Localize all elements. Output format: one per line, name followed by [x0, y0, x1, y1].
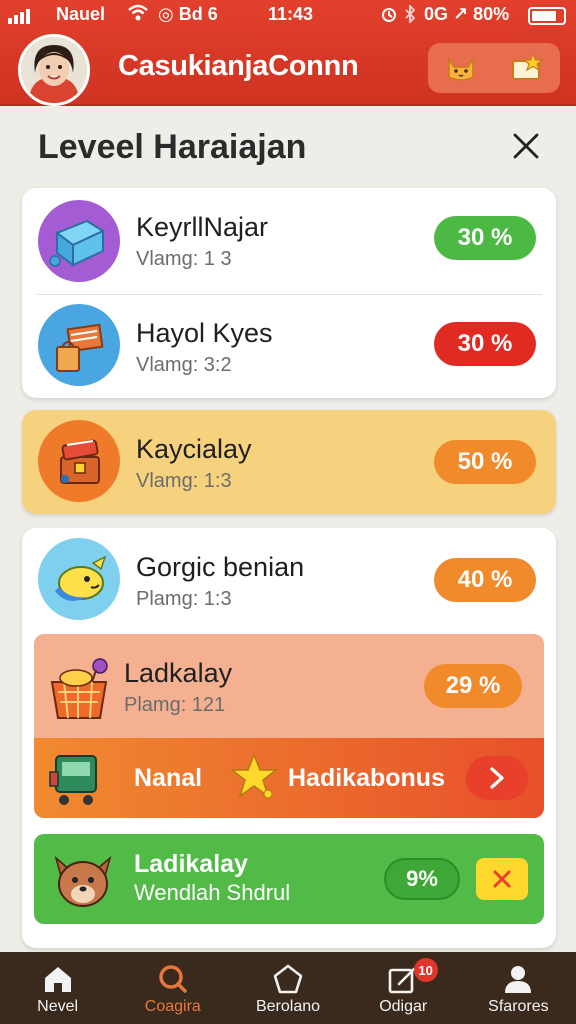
battery-icon	[528, 7, 566, 25]
tab-sfarores[interactable]: Sfarores	[461, 952, 576, 1024]
bonus-right-label: Hadikabonus	[288, 764, 445, 792]
person-icon	[505, 966, 532, 993]
treasure-chest-icon	[38, 420, 120, 502]
tab-odigar[interactable]: Odigar 10	[346, 952, 461, 1024]
level-card-2: Kaycialay Vlamg: 1:3 50 %	[22, 410, 556, 514]
tab-label: Odigar	[379, 998, 428, 1015]
bottom-tab-bar: Nevel Coagira Berolano Odigar 10 Sfarore…	[0, 952, 576, 1024]
cat-button[interactable]	[428, 43, 494, 93]
close-icon	[513, 133, 539, 159]
list-item[interactable]: Ladkalay Plamg: 121 29 %	[34, 634, 544, 742]
notification-badge: 10	[413, 958, 438, 982]
home-icon	[44, 967, 71, 992]
percent-badge: 50 %	[434, 440, 536, 484]
percent-badge: 30 %	[434, 322, 536, 366]
tab-label: Berolano	[255, 998, 321, 1015]
item-name: Kaycialay	[136, 434, 252, 464]
bonus-banner[interactable]: Nanal Hadikabonus	[34, 738, 544, 818]
shopping-bag-icon	[38, 304, 120, 386]
tab-coagira[interactable]: Coagira	[115, 952, 230, 1024]
dismiss-button[interactable]	[476, 858, 528, 900]
level-card-1: KeyrllNajar Vlamg: 1 3 30 % Hayol Kyes V…	[22, 188, 556, 398]
star-board-icon	[512, 52, 544, 80]
tab-label: Sfarores	[488, 998, 549, 1015]
item-sub: Vlamg: 3:2	[136, 354, 232, 376]
alarm-icon	[380, 5, 398, 28]
dog-icon	[48, 844, 118, 914]
green-card-name: Ladikalay	[134, 850, 248, 878]
carrier-label: Nauel	[56, 4, 106, 24]
status-right: 0G ↗ 80%	[424, 4, 510, 24]
item-name: Ladkalay	[124, 658, 233, 688]
app-title: CasukianjaConnn	[118, 50, 359, 82]
bird-icon	[38, 538, 120, 620]
percent-badge: 9%	[384, 858, 460, 900]
wifi-icon	[128, 4, 148, 27]
cart-icon	[46, 746, 106, 810]
list-item[interactable]: KeyrllNajar Vlamg: 1 3 30 %	[22, 188, 556, 294]
green-card-sub: Wendlah Shdrul	[134, 880, 291, 905]
star-board-button[interactable]	[494, 43, 560, 93]
tab-nevel[interactable]: Nevel	[0, 952, 115, 1024]
item-sub: Plamg: 121	[124, 694, 226, 716]
close-button[interactable]	[508, 128, 544, 164]
star-icon	[229, 752, 280, 807]
item-sub: Vlamg: 1 3	[136, 248, 232, 270]
percent-badge: 30 %	[434, 216, 536, 260]
bluetooth-icon	[404, 3, 416, 28]
item-name: Gorgic benian	[136, 552, 305, 582]
bonus-left-label: Nanal	[134, 764, 203, 792]
item-name: Hayol Kyes	[136, 318, 273, 348]
bonus-next-button[interactable]	[466, 756, 528, 800]
chevron-right-icon	[490, 767, 504, 789]
pentagon-icon	[273, 964, 303, 994]
item-name: KeyrllNajar	[136, 212, 269, 242]
tab-berolano[interactable]: Berolano	[230, 952, 345, 1024]
header-actions	[428, 43, 560, 93]
list-item[interactable]: Kaycialay Vlamg: 1:3 50 %	[22, 410, 556, 514]
green-card[interactable]: Ladikalay Wendlah Shdrul 9%	[34, 834, 544, 924]
status-extra: ◎ Bd 6	[158, 4, 218, 24]
percent-badge: 29 %	[424, 664, 522, 708]
page-title: Leveel Haraiajan	[38, 128, 307, 166]
cat-icon	[448, 56, 474, 81]
list-item[interactable]: Gorgic benian Plamg: 1:3 40 %	[22, 528, 556, 632]
avatar[interactable]	[18, 34, 90, 106]
item-sub: Vlamg: 1:3	[136, 470, 232, 492]
tab-label: Coagira	[144, 998, 201, 1015]
search-icon	[159, 965, 187, 993]
status-bar: Nauel ◎ Bd 6 11:43 0G ↗ 80%	[0, 0, 576, 30]
close-icon	[493, 870, 511, 888]
app-header: Nauel ◎ Bd 6 11:43 0G ↗ 80% CasukianjaCo…	[0, 0, 576, 106]
tab-label: Nevel	[37, 998, 79, 1015]
box-icon	[38, 200, 120, 282]
basket-icon	[44, 648, 114, 724]
signal-icon	[8, 8, 30, 24]
item-sub: Plamg: 1:3	[136, 588, 232, 610]
list-item[interactable]: Hayol Kyes Vlamg: 3:2 30 %	[22, 294, 556, 398]
percent-badge: 40 %	[434, 558, 536, 602]
level-card-3: Gorgic benian Plamg: 1:3 40 % Ladkalay P…	[22, 528, 556, 948]
status-time: 11:43	[268, 4, 314, 24]
